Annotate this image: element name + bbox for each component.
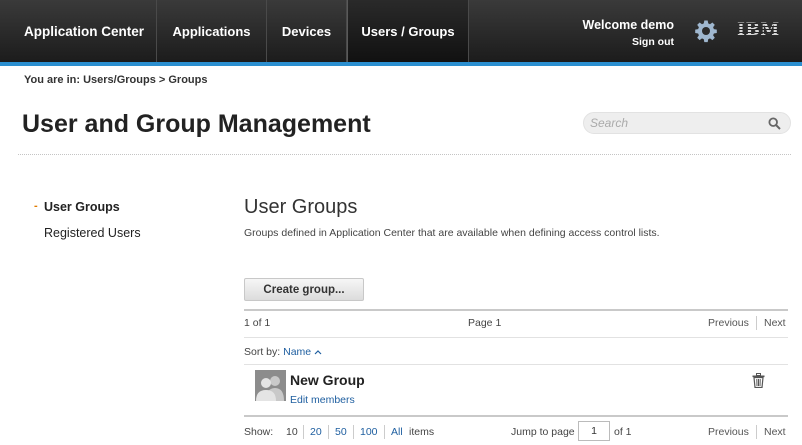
sign-out-link[interactable]: Sign out (632, 36, 674, 48)
ibm-logo: IBM (737, 21, 779, 39)
create-group-button[interactable]: Create group... (244, 278, 364, 301)
trash-icon[interactable] (752, 373, 765, 388)
page-size-separator (328, 425, 329, 439)
nav-tab-applications[interactable]: Applications (157, 0, 267, 62)
edit-members-link[interactable]: Edit members (290, 394, 355, 406)
sort-divider (244, 337, 788, 338)
show-label: Show: (244, 426, 274, 438)
row-divider (244, 364, 788, 365)
next-page-button[interactable]: Next (764, 426, 786, 438)
page-size-separator (303, 425, 304, 439)
sort-ascending-icon[interactable] (314, 348, 322, 356)
active-item-bullet: - (34, 200, 38, 212)
previous-page-button[interactable]: Previous (708, 317, 749, 329)
search-icon[interactable] (768, 117, 781, 130)
list-top-divider (244, 309, 788, 311)
items-label: items (409, 426, 435, 438)
nav-tab-users-groups[interactable]: Users / Groups (347, 0, 469, 62)
sidebar-item-user-groups[interactable]: User Groups (44, 200, 120, 214)
list-bottom-divider (244, 415, 788, 417)
group-avatar-icon (255, 370, 286, 401)
page-size-separator (353, 425, 354, 439)
pager-separator (756, 425, 757, 439)
page-size-100[interactable]: 100 (360, 426, 378, 438)
welcome-user-text: Welcome demo (582, 18, 674, 32)
pager-bottom: Show: 10 20 50 100 All items Jump to pag… (244, 421, 788, 441)
top-navigation-bar: Application Center Applications Devices … (0, 0, 802, 62)
group-name[interactable]: New Group (290, 372, 365, 388)
total-pages-label: of 1 (614, 426, 632, 438)
sidebar-item-registered-users[interactable]: Registered Users (44, 226, 141, 240)
page-size-50[interactable]: 50 (335, 426, 347, 438)
app-title[interactable]: Application Center (0, 0, 157, 62)
search-input[interactable] (590, 115, 760, 131)
nav-tab-devices[interactable]: Devices (267, 0, 347, 62)
search-box (583, 112, 791, 134)
jump-to-page-input[interactable] (578, 421, 610, 441)
result-count: 1 of 1 (244, 317, 271, 329)
breadcrumb: You are in: Users/Groups > Groups (24, 74, 208, 86)
page-size-all[interactable]: All (391, 426, 403, 438)
next-page-button[interactable]: Next (764, 317, 786, 329)
sort-by-name-link[interactable]: Name (283, 346, 311, 358)
jump-to-page-label: Jump to page (511, 426, 575, 438)
header-accent-line (0, 62, 802, 66)
page-size-20[interactable]: 20 (310, 426, 322, 438)
page-size-separator (384, 425, 385, 439)
page-size-10[interactable]: 10 (286, 426, 298, 438)
sort-control: Sort by: Name (244, 346, 322, 358)
section-description: Groups defined in Application Center tha… (244, 227, 660, 239)
page-title: User and Group Management (22, 110, 371, 138)
gear-icon[interactable] (694, 19, 718, 43)
previous-page-button[interactable]: Previous (708, 426, 749, 438)
pager-separator (756, 316, 757, 330)
pager-top: 1 of 1 Page 1 Previous Next (244, 316, 788, 331)
title-divider (18, 154, 791, 155)
section-title: User Groups (244, 196, 358, 218)
ibm-logo-text: IBM (737, 20, 780, 40)
sort-label: Sort by: (244, 346, 281, 358)
page-indicator: Page 1 (468, 317, 502, 329)
